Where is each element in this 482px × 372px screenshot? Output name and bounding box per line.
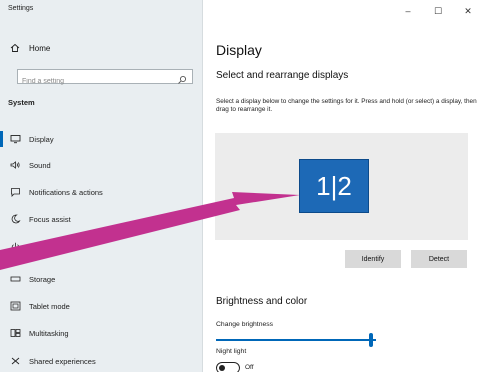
sidebar-item-multitasking[interactable]: Multitasking bbox=[8, 326, 194, 340]
change-brightness-label: Change brightness bbox=[216, 321, 274, 328]
sidebar-item-label: Tablet mode bbox=[29, 301, 70, 311]
storage-icon bbox=[8, 273, 22, 285]
sidebar-item-sound[interactable]: Sound bbox=[8, 158, 194, 172]
tablet-icon bbox=[8, 300, 22, 312]
monitor-tile[interactable]: 1|2 bbox=[299, 159, 369, 213]
night-light-toggle-knob bbox=[219, 365, 225, 371]
night-light-toggle[interactable] bbox=[216, 362, 240, 372]
detect-button[interactable]: Detect bbox=[411, 250, 467, 268]
sidebar-item-focus-assist[interactable]: Focus assist bbox=[8, 212, 194, 226]
brightness-slider-track[interactable] bbox=[216, 339, 376, 341]
sidebar: Settings Home System Display Sound bbox=[0, 0, 203, 372]
nav-home[interactable]: Home bbox=[8, 41, 194, 55]
section-heading-brightness: Brightness and color bbox=[216, 296, 308, 307]
multitasking-icon bbox=[8, 327, 22, 339]
sidebar-item-tablet-mode[interactable]: Tablet mode bbox=[8, 299, 194, 313]
power-icon bbox=[8, 241, 22, 253]
notifications-icon bbox=[8, 186, 22, 198]
app-title: Settings bbox=[8, 5, 34, 12]
displays-description: Select a display below to change the set… bbox=[216, 98, 477, 113]
sidebar-item-label: Power & sleep bbox=[29, 242, 78, 252]
search-box[interactable] bbox=[17, 69, 193, 88]
sidebar-item-label: Multitasking bbox=[29, 328, 69, 338]
section-title-system: System bbox=[8, 98, 35, 107]
speaker-icon bbox=[8, 159, 22, 171]
close-button[interactable]: ✕ bbox=[462, 6, 474, 17]
sidebar-item-label: Storage bbox=[29, 274, 56, 284]
monitor-icon bbox=[8, 133, 22, 145]
minimize-button[interactable]: – bbox=[402, 6, 414, 17]
brightness-slider-thumb[interactable] bbox=[369, 333, 373, 347]
sidebar-item-display[interactable]: Display bbox=[0, 131, 194, 147]
display-arrangement-area[interactable]: 1|2 bbox=[215, 133, 468, 240]
search-input[interactable] bbox=[18, 75, 172, 88]
sidebar-item-label: Shared experiences bbox=[29, 356, 96, 366]
nav-home-label: Home bbox=[29, 43, 51, 53]
search-icon[interactable] bbox=[177, 72, 187, 84]
sidebar-item-label: Notifications & actions bbox=[29, 187, 103, 197]
sidebar-item-label: Focus assist bbox=[29, 214, 71, 224]
sidebar-item-label: Display bbox=[29, 134, 54, 144]
sidebar-item-label: Sound bbox=[29, 160, 51, 170]
section-heading-displays: Select and rearrange displays bbox=[216, 70, 349, 81]
shared-icon bbox=[8, 355, 22, 367]
window-controls: – ☐ ✕ bbox=[402, 6, 474, 17]
night-light-label: Night light bbox=[216, 348, 247, 355]
identify-button[interactable]: Identify bbox=[345, 250, 401, 268]
moon-icon bbox=[8, 213, 22, 225]
night-light-state: Off bbox=[245, 364, 254, 371]
maximize-button[interactable]: ☐ bbox=[432, 6, 444, 17]
main-panel: – ☐ ✕ Display Select and rearrange displ… bbox=[203, 0, 482, 372]
sidebar-item-power-sleep[interactable]: Power & sleep bbox=[8, 240, 194, 254]
home-icon bbox=[8, 42, 22, 54]
sidebar-item-shared-experiences[interactable]: Shared experiences bbox=[8, 354, 194, 368]
page-title: Display bbox=[216, 42, 262, 58]
settings-window: Settings Home System Display Sound bbox=[0, 0, 482, 372]
sidebar-item-storage[interactable]: Storage bbox=[8, 272, 194, 286]
brightness-slider[interactable] bbox=[216, 333, 378, 347]
sidebar-item-notifications[interactable]: Notifications & actions bbox=[8, 185, 194, 199]
